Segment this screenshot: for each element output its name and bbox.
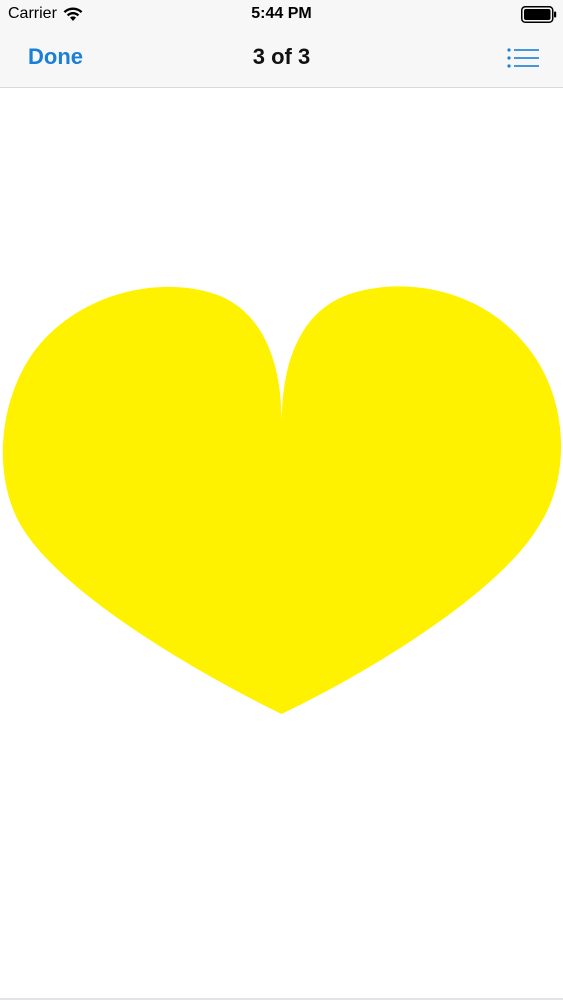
status-bar: Carrier 5:44 PM bbox=[0, 0, 563, 30]
screen: Carrier 5:44 PM Done 3 of 3 bbox=[0, 0, 563, 1000]
heart-shape bbox=[2, 286, 562, 714]
list-icon bbox=[507, 48, 539, 68]
done-button[interactable]: Done bbox=[28, 44, 83, 70]
battery-icon bbox=[521, 6, 557, 23]
list-button[interactable] bbox=[507, 46, 539, 70]
page-title: 3 of 3 bbox=[252, 44, 311, 69]
status-time: 5:44 PM bbox=[251, 5, 312, 22]
content-area bbox=[0, 88, 563, 998]
navigation-bar: Done 3 of 3 bbox=[0, 30, 563, 88]
